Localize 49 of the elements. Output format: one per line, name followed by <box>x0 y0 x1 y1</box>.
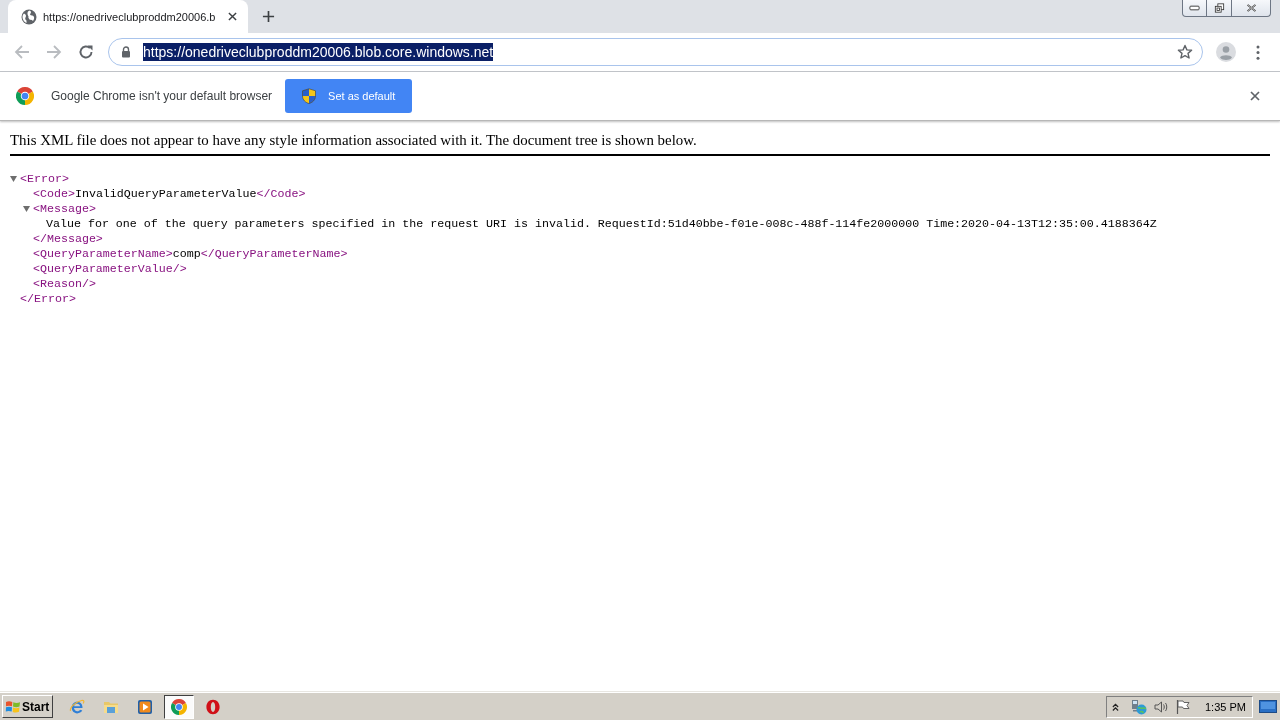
close-icon[interactable] <box>1250 91 1260 101</box>
flag-logo-icon <box>5 698 21 715</box>
show-desktop-icon[interactable] <box>1259 700 1277 713</box>
globe-icon <box>21 8 37 25</box>
xml-element: <QueryParameterName>comp</QueryParameterName> <box>33 246 348 261</box>
close-icon[interactable] <box>228 12 237 21</box>
star-icon[interactable] <box>1177 44 1193 60</box>
avatar-icon <box>1216 42 1236 62</box>
xml-tag: </Message> <box>33 231 103 246</box>
clock[interactable]: 1:35 PM <box>1205 700 1246 713</box>
shield-icon <box>301 88 318 104</box>
browser-logo-icon <box>171 698 187 715</box>
close-icon <box>1245 3 1257 13</box>
minimize-button[interactable] <box>1182 0 1207 17</box>
infobar-message: Google Chrome isn't your default browser <box>51 89 273 103</box>
minimize-icon <box>1189 3 1200 13</box>
xml-tag: <Error> <box>20 171 69 186</box>
close-button[interactable] <box>1232 0 1271 17</box>
lock-icon <box>121 46 131 58</box>
set-default-button[interactable]: Set as default <box>285 79 413 113</box>
restore-icon <box>1213 3 1225 13</box>
chevron-up-icon[interactable] <box>1112 701 1119 712</box>
disclosure-triangle-icon[interactable] <box>10 175 17 182</box>
xml-text: Value for one of the query parameters specified in the request URI is invalid. RequestId:51d40bbe-f01e-008c-488f-114fe2000000 Time:2020-04-13T12:35:00.4188364Z <box>46 216 1157 231</box>
tab-title: https://onedriveclubproddm20006.b <box>43 10 216 23</box>
taskbar-app-button[interactable] <box>164 694 194 719</box>
restore-button[interactable] <box>1207 0 1232 17</box>
reload-icon <box>78 44 94 60</box>
xml-element: <Code>InvalidQueryParameterValue</Code> <box>33 186 306 201</box>
start-button[interactable]: Start <box>2 695 53 718</box>
xml-tag: <Message> <box>33 201 96 216</box>
browser-logo-icon <box>16 87 34 105</box>
xml-tag: <Reason/> <box>33 276 96 291</box>
plus-icon[interactable] <box>262 10 275 23</box>
url-text: https://onedriveclubproddm20006.blob.core.windows.net <box>143 43 494 61</box>
network-icon[interactable] <box>1131 698 1147 715</box>
flag-icon[interactable] <box>1175 698 1191 715</box>
arrow-left-icon <box>14 44 30 60</box>
o-logo-icon <box>205 698 221 715</box>
disclosure-triangle-icon[interactable] <box>23 205 30 212</box>
xml-notice: This XML file does not appear to have any style information associated with it. The document tree is shown below. <box>10 132 698 149</box>
xml-tag: <QueryParameterValue/> <box>33 261 187 276</box>
browser-tab[interactable]: https://onedriveclubproddm20006.b <box>8 0 248 33</box>
arrow-right-icon <box>46 44 62 60</box>
xml-tag: </Error> <box>20 291 76 306</box>
e-logo-icon <box>69 698 85 715</box>
play-tile-icon <box>137 698 153 715</box>
speaker-icon[interactable] <box>1153 698 1169 715</box>
dots-menu-icon <box>1256 44 1260 60</box>
